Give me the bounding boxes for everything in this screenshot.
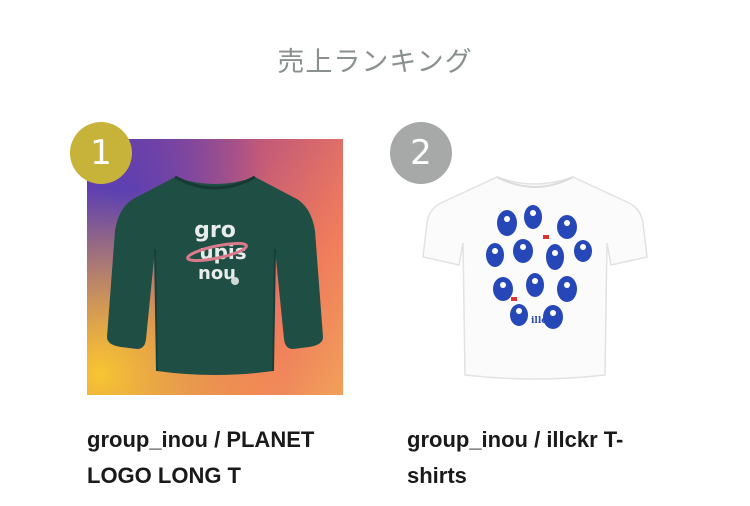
t-shirt-illustration: illckr [422, 176, 648, 380]
product-name-2[interactable]: group_inou / illckr T-shirts [407, 422, 679, 494]
svg-text:illckr: illckr [531, 316, 558, 326]
sales-ranking-title: 売上ランキング [277, 47, 473, 78]
product-image-illckr-t-shirts[interactable]: illckr [407, 139, 663, 395]
rank-badge-1: 1 [70, 122, 132, 184]
rank-badge-2: 2 [390, 122, 452, 184]
product-image-planet-logo-long-t[interactable]: gro upis nou [87, 139, 343, 395]
long-sleeve-shirt-illustration: gro upis nou [107, 175, 323, 375]
product-name-1[interactable]: group_inou / PLANET LOGO LONG T [87, 422, 359, 494]
svg-text:nou: nou [198, 263, 236, 284]
